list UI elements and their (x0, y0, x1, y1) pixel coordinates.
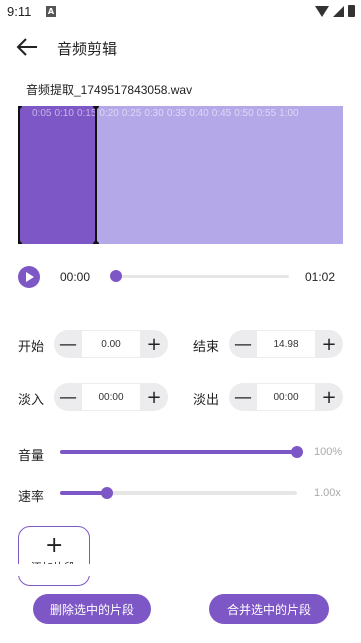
time-tick: 0:45 (211, 108, 232, 119)
fade-in-value[interactable]: 00:00 (82, 383, 140, 411)
volume-label: 音量 (18, 449, 45, 464)
fade-out-minus-button[interactable]: — (229, 383, 257, 411)
fade-out-plus-button[interactable]: + (315, 383, 343, 411)
speed-slider-track[interactable] (60, 491, 297, 495)
selected-segment[interactable] (18, 106, 96, 244)
fade-out-stepper: — 00:00 + (229, 383, 343, 411)
time-tick: 0:15 (76, 108, 97, 119)
start-stepper: — 0.00 + (54, 330, 168, 358)
selection-end-handle[interactable] (95, 106, 97, 244)
app-bar: 音频剪辑 (0, 28, 361, 68)
notification-icon: A (46, 6, 56, 17)
page-title: 音频剪辑 (57, 40, 118, 58)
status-icons (315, 5, 355, 17)
merge-selected-button[interactable]: 合并选中的片段 (209, 594, 329, 624)
status-bar: 9:11 A (0, 0, 361, 24)
time-tick: 0:30 (144, 108, 164, 119)
speed-slider-thumb[interactable] (101, 487, 114, 499)
fade-in-stepper: — 00:00 + (54, 383, 168, 411)
speed-slider-fill (60, 491, 108, 495)
play-button[interactable] (18, 266, 40, 288)
end-stepper: — 14.98 + (229, 330, 343, 358)
wifi-icon (315, 5, 329, 17)
add-segment-card[interactable]: + 添加片段 (18, 526, 90, 586)
fade-out-value[interactable]: 00:00 (257, 383, 315, 411)
start-label: 开始 (18, 340, 45, 355)
delete-selected-button[interactable]: 删除选中的片段 (33, 594, 151, 624)
start-handle-bottom-dot (18, 241, 22, 244)
time-tick: 0:50 (234, 108, 254, 119)
time-tick: 0:35 (166, 108, 187, 119)
playback-progress-thumb[interactable] (110, 270, 122, 282)
end-minus-button[interactable]: — (229, 330, 257, 358)
time-tick: 0:40 (189, 108, 209, 119)
fade-in-label: 淡入 (18, 393, 45, 408)
total-duration: 01:02 (305, 270, 336, 284)
battery-icon (348, 5, 355, 17)
status-time: 9:11 (7, 4, 32, 19)
end-plus-button[interactable]: + (315, 330, 343, 358)
speed-label: 速率 (18, 490, 45, 505)
back-arrow-icon[interactable] (14, 34, 40, 60)
volume-slider-track[interactable] (60, 450, 297, 454)
time-tick: 0:55 (256, 108, 277, 119)
time-tick: 1:00 (279, 108, 299, 119)
time-tick: 0:05 (32, 108, 52, 119)
plus-icon: + (45, 533, 64, 558)
playback-progress-track[interactable] (115, 275, 289, 278)
start-plus-button[interactable]: + (140, 330, 168, 358)
end-handle-bottom-dot (93, 241, 99, 244)
start-value[interactable]: 0.00 (82, 330, 140, 358)
fade-in-plus-button[interactable]: + (140, 383, 168, 411)
volume-value: 100% (314, 446, 343, 458)
time-ticks: 0:05 0:10 0:15 0:20 0:25 0:30 0:35 0:40 0:45 0:50… (32, 108, 299, 119)
fade-in-minus-button[interactable]: — (54, 383, 82, 411)
time-tick: 0:20 (99, 108, 119, 119)
time-tick: 0:10 (54, 108, 74, 119)
scroll-clip (0, 564, 361, 576)
start-minus-button[interactable]: — (54, 330, 82, 358)
volume-slider-thumb[interactable] (291, 446, 303, 458)
end-label: 结束 (193, 340, 220, 355)
end-value[interactable]: 14.98 (257, 330, 315, 358)
time-tick: 0:25 (121, 108, 142, 119)
waveform-timeline[interactable]: 0:05 0:10 0:15 0:20 0:25 0:30 0:35 0:40 0:45 0:50… (18, 106, 343, 244)
file-name: 音频提取_1749517843058.wav (26, 83, 193, 97)
selection-start-handle[interactable] (18, 106, 20, 244)
speed-value: 1.00x (314, 487, 341, 499)
fade-out-label: 淡出 (193, 393, 220, 408)
volume-slider-fill (60, 450, 297, 454)
signal-icon (333, 5, 344, 17)
current-time: 00:00 (60, 270, 91, 284)
